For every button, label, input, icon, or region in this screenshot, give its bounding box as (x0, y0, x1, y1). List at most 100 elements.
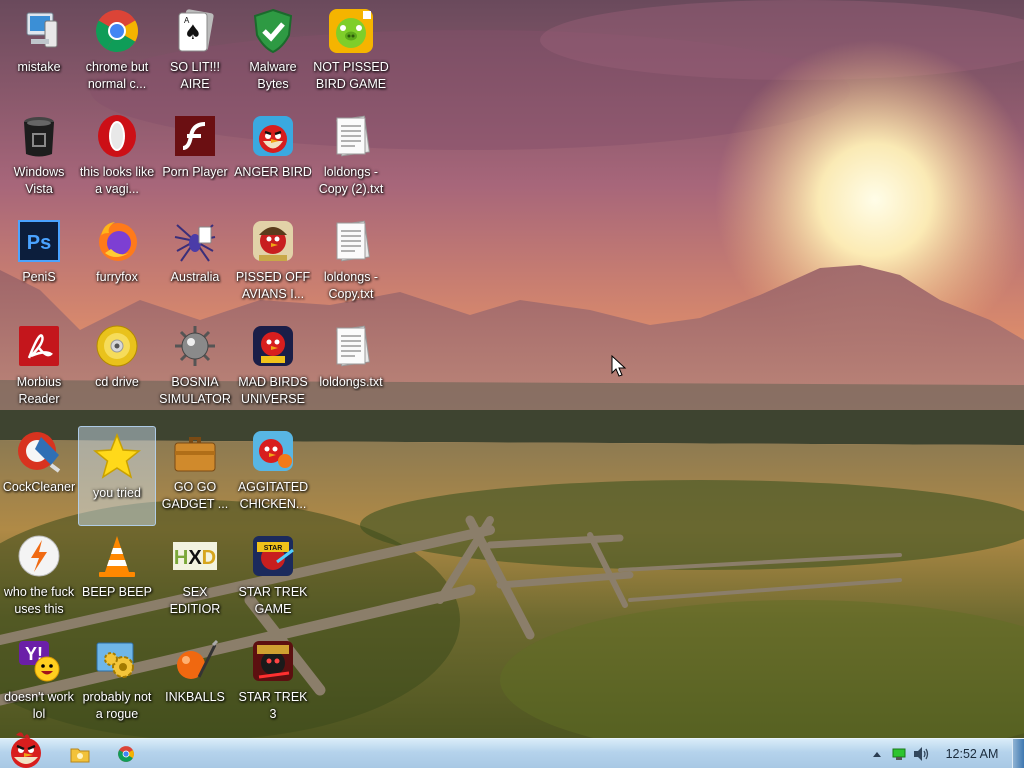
taskbar-clock[interactable]: 12:52 AM (932, 747, 1012, 761)
text-file-icon (336, 115, 370, 157)
icon-label: Porn Player (162, 165, 228, 179)
desktop-icon-star-trek-game[interactable]: STAR STAR TREK GAME (234, 525, 312, 625)
desktop-icon-pissed-off-avians[interactable]: PISSED OFF AVIANS I... (234, 210, 312, 310)
svg-text:HXD: HXD (174, 547, 216, 569)
inkball-icon (177, 639, 219, 679)
system-tray: 12:52 AM (866, 739, 1024, 768)
icon-label: loldongs - Copy (2).txt (318, 165, 384, 196)
network-tray-button[interactable] (888, 739, 910, 768)
desktop-icon-mistake[interactable]: mistake (0, 0, 78, 100)
star-wars-bird-icon: STAR (253, 536, 294, 576)
winamp-icon (18, 535, 60, 577)
explorer-icon (70, 748, 90, 763)
desktop-icon-you-tried[interactable]: you tried (78, 426, 156, 526)
volume-icon (914, 747, 929, 761)
desktop-icon-who-uses-this[interactable]: who the fuck uses this (0, 525, 78, 625)
desktop-icon-probably-not-a-rogue[interactable]: probably not a rogue (78, 630, 156, 730)
desktop-icon-cd-drive[interactable]: cd drive (78, 315, 156, 415)
desktop-icon-inkballs[interactable]: INKBALLS (156, 630, 234, 730)
star-wars-bird-2-icon (253, 641, 293, 681)
icon-label: ANGER BIRD (234, 165, 312, 179)
desktop-icon-cockcleaner[interactable]: CockCleaner (0, 420, 78, 520)
icon-label: chrome but normal c... (85, 60, 149, 91)
show-hidden-icons-arrow (873, 752, 881, 757)
mine-icon (175, 326, 215, 366)
firefox-icon (99, 222, 137, 261)
angry-bird-start-icon (11, 732, 41, 768)
svg-text:Ps: Ps (27, 232, 51, 254)
taskbar-explorer-button[interactable] (60, 741, 100, 767)
angry-bird-icon (253, 116, 293, 156)
desktop-icon-opera[interactable]: this looks like a vagi... (78, 105, 156, 205)
icon-label: INKBALLS (165, 690, 225, 704)
taskbar-chrome-button[interactable] (106, 741, 146, 767)
icon-label: you tried (93, 486, 141, 500)
icon-label: BEEP BEEP (82, 585, 152, 599)
icon-label: AGGITATED CHICKEN... (237, 480, 309, 511)
desktop-icon-sex-editior[interactable]: HXD SEX EDITIOR (156, 525, 234, 625)
volume-tray-button[interactable] (910, 739, 932, 768)
desktop-icon-loldongs-copy-2[interactable]: loldongs - Copy (2).txt (312, 105, 390, 205)
desktop-icon-not-pissed-bird-game[interactable]: NOT PISSED BIRD GAME (312, 0, 390, 100)
angry-bird-seasons-icon (253, 221, 293, 261)
desktop-icon-loldongs[interactable]: loldongs.txt (312, 315, 390, 415)
icon-label: GO GO GADGET ... (161, 480, 229, 511)
vlc-cone-icon (99, 536, 135, 577)
desktop-icon-porn-player[interactable]: Porn Player (156, 105, 234, 205)
ccleaner-icon (18, 432, 61, 473)
desktop-icon-australia[interactable]: Australia (156, 210, 234, 310)
trash-can-icon (24, 117, 54, 157)
flash-icon (175, 116, 215, 156)
desktop-icon-anger-bird[interactable]: ANGER BIRD (234, 105, 312, 205)
gear-monitor-icon (96, 642, 134, 678)
desktop-icon-chrome[interactable]: chrome but normal c... (78, 0, 156, 100)
taskbar: 12:52 AM (0, 732, 1024, 768)
opera-icon (98, 115, 136, 157)
computer-icon (26, 12, 58, 48)
network-icon (892, 748, 906, 760)
start-button[interactable] (2, 731, 50, 768)
desktop-icon-star-trek-3[interactable]: STAR TREK 3 (234, 630, 312, 730)
icon-label: PeniS (22, 270, 56, 284)
desktop-icon-aggitated-chicken[interactable]: AGGITATED CHICKEN... (234, 420, 312, 520)
gold-star-icon (93, 433, 141, 479)
desktop-icon-go-go-gadget[interactable]: GO GO GADGET ... (156, 420, 234, 520)
icon-label: BOSNIA SIMULATOR (159, 375, 231, 406)
desktop-icon-loldongs-copy[interactable]: loldongs - Copy.txt (312, 210, 390, 310)
desktop-icon-bosnia-simulator[interactable]: BOSNIA SIMULATOR (156, 315, 234, 415)
desktop-icon-furryfox[interactable]: furryfox (78, 210, 156, 310)
text-file-icon (336, 220, 370, 262)
icon-label: cd drive (95, 375, 139, 389)
desktop-icon-beep-beep[interactable]: BEEP BEEP (78, 525, 156, 625)
chrome-icon (95, 10, 139, 53)
icon-label: PISSED OFF AVIANS I... (235, 270, 311, 301)
icon-label: this looks like a vagi... (79, 165, 155, 196)
desktop-icon-solitaire[interactable]: ♠ A SO LIT!!! AIRE (156, 0, 234, 100)
text-file-icon (336, 325, 370, 367)
icon-label: Malware Bytes (249, 60, 297, 91)
icon-label: STAR TREK GAME (238, 585, 308, 616)
icon-label: mistake (17, 60, 61, 74)
svg-text:STAR: STAR (264, 545, 283, 552)
icon-label: probably not a rogue (82, 690, 152, 721)
desktop-icon-doesnt-work[interactable]: Y! doesn't work lol (0, 630, 78, 730)
icon-label: loldongs - Copy.txt (323, 270, 379, 301)
icon-label: Australia (170, 270, 220, 284)
desktop-icon-morbius-reader[interactable]: Morbius Reader (0, 315, 78, 415)
show-desktop-button[interactable] (1012, 739, 1024, 768)
icon-label: who the fuck uses this (3, 585, 75, 616)
icon-label: loldongs.txt (319, 375, 383, 389)
desktop-icon-windows-vista[interactable]: Windows Vista (0, 105, 78, 205)
desktop-icon-penis[interactable]: Ps PeniS (0, 210, 78, 310)
angry-bird-space-icon (253, 326, 293, 366)
cd-icon (96, 325, 138, 367)
acrobat-icon (19, 326, 59, 366)
spider-icon (174, 224, 216, 262)
icon-label: furryfox (96, 270, 138, 284)
desktop-icon-malware-bytes[interactable]: Malware Bytes (234, 0, 312, 100)
show-hidden-icons-button[interactable] (866, 739, 888, 768)
chrome-icon (118, 746, 134, 762)
desktop-icon-mad-birds-universe[interactable]: MAD BIRDS UNIVERSE (234, 315, 312, 415)
shield-icon (253, 8, 293, 54)
yahoo-messenger-icon: Y! (19, 641, 60, 682)
